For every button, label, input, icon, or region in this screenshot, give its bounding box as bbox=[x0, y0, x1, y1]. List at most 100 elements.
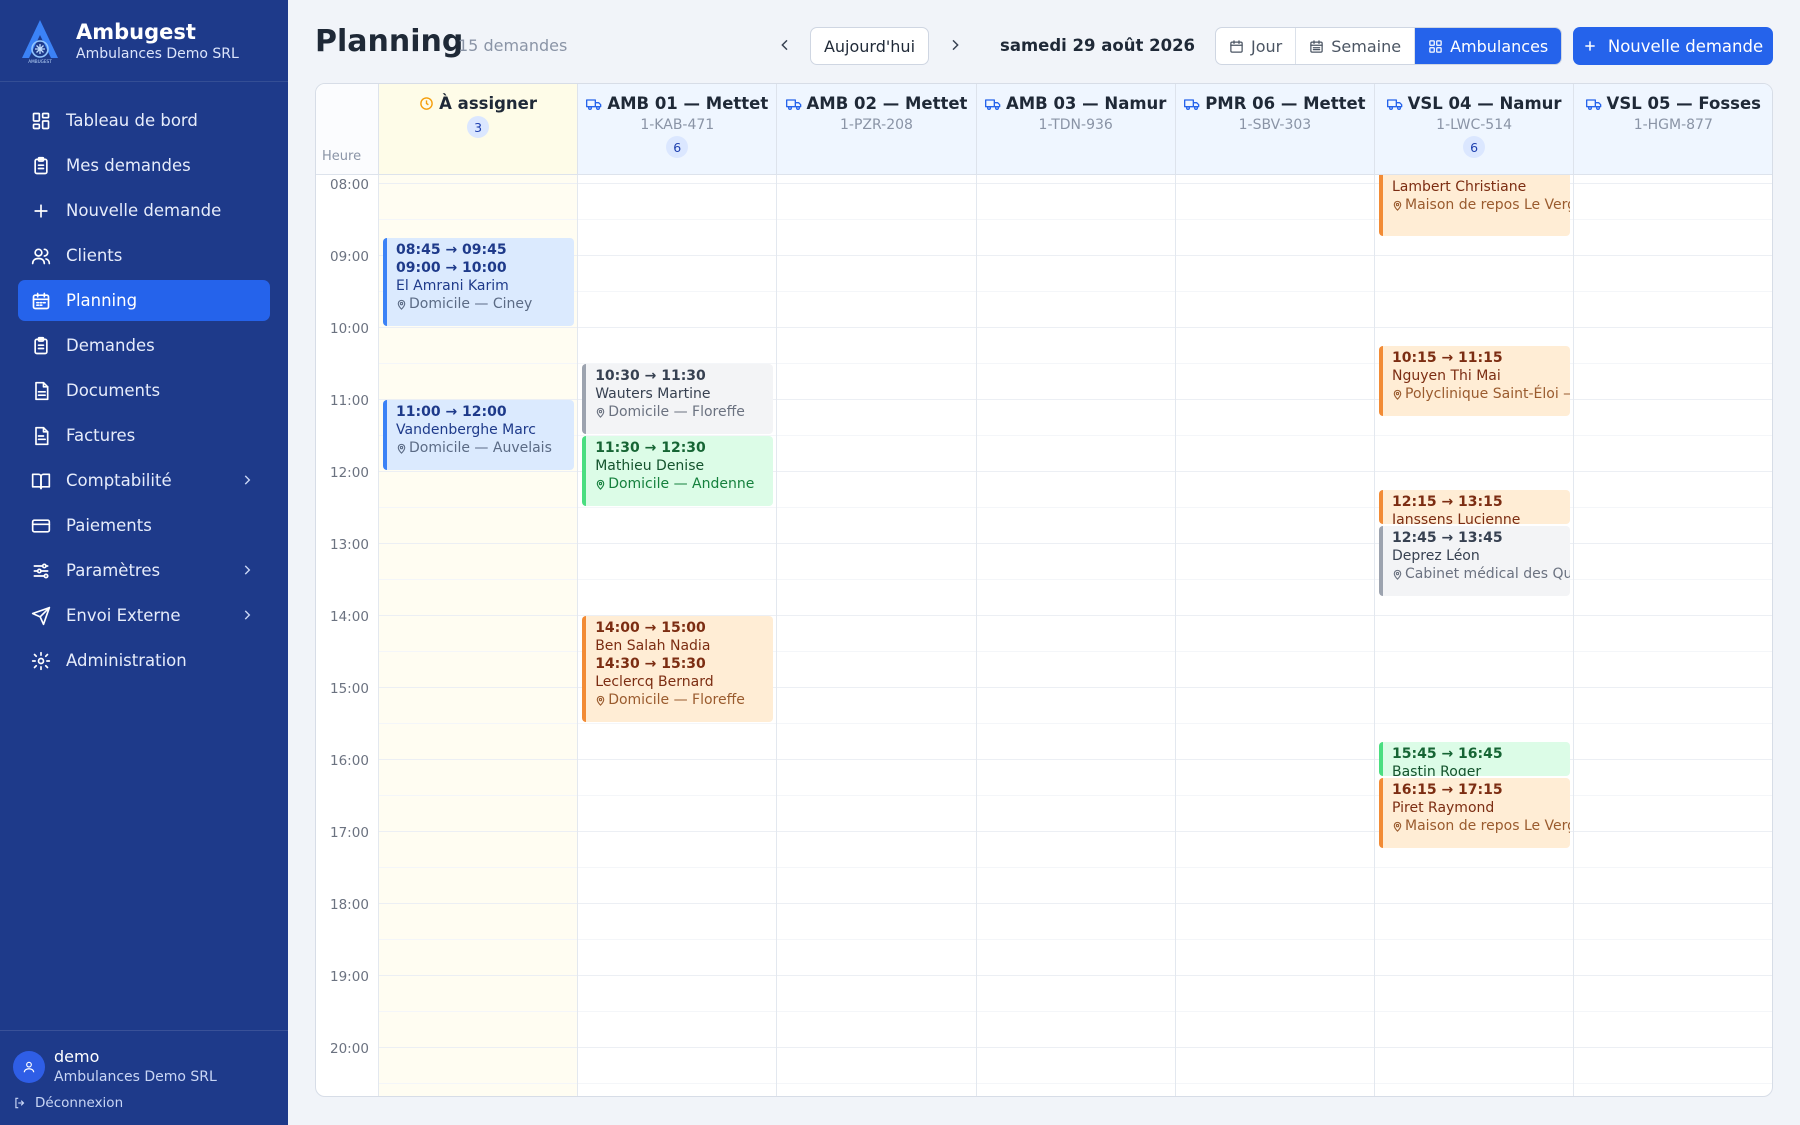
column-body-amb-02-mettet[interactable] bbox=[777, 175, 977, 1096]
grid-line bbox=[1574, 1047, 1772, 1048]
sidebar-nav: Tableau de bord Mes demandes Nouvelle dema… bbox=[18, 100, 270, 685]
grid-line bbox=[1375, 939, 1574, 940]
hour-label: 19:00 bbox=[330, 969, 369, 985]
appointment-card[interactable]: 10:15 → 11:15 Nguyen Thi Mai Polyclinique … bbox=[1379, 346, 1571, 416]
next-day-button[interactable] bbox=[944, 34, 966, 56]
appointment-card[interactable]: 15:45 → 16:45 Bastin Roger bbox=[1379, 742, 1571, 776]
grid-line bbox=[1375, 903, 1574, 904]
sidebar-item-parametres[interactable]: Paramètres bbox=[18, 550, 270, 591]
new-request-button[interactable]: Nouvelle demande bbox=[1573, 27, 1773, 65]
column-body-amb-01-mettet[interactable]: 10:30 → 11:30 Wauters Martine Domicile — F… bbox=[578, 175, 778, 1096]
appointment-card[interactable]: 08:45 → 09:45 09:00 → 10:00 El Amrani Kari… bbox=[383, 238, 575, 326]
grid-line bbox=[578, 291, 777, 292]
user-profile[interactable]: demo Ambulances Demo SRL bbox=[13, 1047, 217, 1087]
location-pin-icon bbox=[1393, 569, 1402, 580]
column-header-a-assigner[interactable]: À assigner 3 bbox=[379, 84, 579, 175]
grid-line bbox=[379, 507, 578, 508]
grid-line bbox=[1375, 1083, 1574, 1084]
grid-line bbox=[1375, 867, 1574, 868]
column-body-pmr-06-mettet[interactable] bbox=[1175, 175, 1375, 1096]
view-semaine-button[interactable]: Semaine bbox=[1296, 28, 1416, 64]
location-text: Maison de repos Le Verger bbox=[1405, 197, 1570, 213]
column-body-amb-03-namur[interactable] bbox=[976, 175, 1176, 1096]
count-badge: 3 bbox=[467, 116, 490, 138]
sidebar-item-label: Demandes bbox=[66, 336, 155, 355]
grid-line bbox=[578, 867, 777, 868]
column-header-amb-02-mettet[interactable]: AMB 02 — Mettet 1-PZR-208 bbox=[777, 84, 977, 175]
patient-name: Janssens Lucienne bbox=[1392, 512, 1521, 524]
column-header-pmr-06-mettet[interactable]: PMR 06 — Mettet 1-SBV-303 bbox=[1175, 84, 1375, 175]
column-title: AMB 02 — Mettet bbox=[777, 94, 975, 113]
appointment-card[interactable]: 10:30 → 11:30 Wauters Martine Domicile — F… bbox=[582, 364, 774, 434]
column-header-amb-03-namur[interactable]: AMB 03 — Namur 1-TDN-936 bbox=[976, 84, 1176, 175]
chevron-right-icon bbox=[244, 565, 251, 575]
hour-column-header: Heure bbox=[316, 84, 379, 175]
user-icon bbox=[23, 1061, 35, 1073]
sidebar-item-envoi-externe[interactable]: Envoi Externe bbox=[18, 595, 270, 636]
sidebar-item-mes-demandes[interactable]: Mes demandes bbox=[18, 145, 270, 186]
view-ambulances-button[interactable]: Ambulances bbox=[1415, 28, 1562, 64]
plus-icon bbox=[1585, 41, 1595, 51]
hour-label: 09:00 bbox=[330, 249, 369, 265]
sidebar: AMBUGEST Ambugest Ambulances Demo SRL Ta… bbox=[0, 0, 288, 1125]
brand[interactable]: AMBUGEST Ambugest Ambulances Demo SRL bbox=[0, 0, 288, 82]
location-text: Domicile — Floreffe bbox=[608, 404, 745, 420]
grid-line bbox=[379, 867, 578, 868]
sidebar-item-administration[interactable]: Administration bbox=[18, 640, 270, 681]
grid-line bbox=[379, 903, 578, 904]
column-body-vsl-04-namur[interactable]: Lambert Christiane Maison de repos Le Ver… bbox=[1375, 175, 1575, 1096]
vehicle-icon bbox=[1184, 98, 1200, 110]
grid-line bbox=[1574, 435, 1772, 436]
appointment-card[interactable]: 14:00 → 15:00 Ben Salah Nadia 14:30 → 15:3… bbox=[582, 616, 774, 722]
column-header-vsl-05-fosses[interactable]: VSL 05 — Fosses 1-HGM-877 bbox=[1574, 84, 1772, 175]
grid-line bbox=[1175, 939, 1374, 940]
sidebar-item-paiements[interactable]: Paiements bbox=[18, 505, 270, 546]
appointment-card[interactable]: 12:45 → 13:45 Deprez Léon Cabinet médical … bbox=[1379, 526, 1571, 596]
grid-line bbox=[1175, 399, 1374, 400]
sidebar-item-planning[interactable]: Planning bbox=[18, 280, 270, 321]
grid-line bbox=[1375, 615, 1574, 616]
grid-line bbox=[1574, 867, 1772, 868]
sidebar-item-demandes[interactable]: Demandes bbox=[18, 325, 270, 366]
grid-line bbox=[976, 939, 1175, 940]
column-header-amb-01-mettet[interactable]: AMB 01 — Mettet 1-KAB-471 6 bbox=[578, 84, 778, 175]
grid-line bbox=[777, 219, 976, 220]
sidebar-item-label: Mes demandes bbox=[66, 156, 191, 175]
grid-line bbox=[1375, 435, 1574, 436]
sidebar-item-documents[interactable]: Documents bbox=[18, 370, 270, 411]
grid-line bbox=[578, 1083, 777, 1084]
appointment-card[interactable]: Lambert Christiane Maison de repos Le Ver… bbox=[1379, 175, 1571, 236]
prev-day-button[interactable] bbox=[774, 34, 796, 56]
grid-line bbox=[1375, 723, 1574, 724]
appointment-card[interactable]: 16:15 → 17:15 Piret Raymond Maison de repo… bbox=[1379, 778, 1571, 848]
grid-line bbox=[1574, 291, 1772, 292]
sidebar-item-clients[interactable]: Clients bbox=[18, 235, 270, 276]
grid-line bbox=[1175, 183, 1374, 184]
today-button[interactable]: Aujourd'hui bbox=[810, 27, 929, 65]
logout-link[interactable]: Déconnexion bbox=[13, 1095, 123, 1111]
view-jour-button[interactable]: Jour bbox=[1216, 28, 1297, 64]
grid-line bbox=[379, 1083, 578, 1084]
appointment-card[interactable]: 11:00 → 12:00 Vandenberghe Marc Domicile —… bbox=[383, 400, 575, 470]
column-body-vsl-05-fosses[interactable] bbox=[1574, 175, 1772, 1096]
grid-line bbox=[379, 219, 578, 220]
location-pin-icon bbox=[1393, 389, 1402, 400]
patient-name: Nguyen Thi Mai bbox=[1392, 368, 1501, 384]
sidebar-item-comptabilite[interactable]: Comptabilité bbox=[18, 460, 270, 501]
grid-line bbox=[976, 255, 1175, 256]
grid-line bbox=[1574, 255, 1772, 256]
location-pin-icon bbox=[1393, 821, 1402, 832]
sidebar-item-tableau-de-bord[interactable]: Tableau de bord bbox=[18, 100, 270, 141]
appointment-card[interactable]: 11:30 → 12:30 Mathieu Denise Domicile — An… bbox=[582, 436, 774, 506]
column-body-a-assigner[interactable]: 08:45 → 09:45 09:00 → 10:00 El Amrani Kari… bbox=[379, 175, 579, 1096]
sidebar-item-factures[interactable]: Factures bbox=[18, 415, 270, 456]
sidebar-item-nouvelle-demande[interactable]: Nouvelle demande bbox=[18, 190, 270, 231]
grid-line bbox=[578, 1047, 777, 1048]
grid-line bbox=[976, 579, 1175, 580]
column-header-vsl-04-namur[interactable]: VSL 04 — Namur 1-LWC-514 6 bbox=[1375, 84, 1575, 175]
grid-line bbox=[976, 1047, 1175, 1048]
column-title: VSL 04 — Namur bbox=[1375, 94, 1573, 113]
appointment-card[interactable]: 12:15 → 13:15 Janssens Lucienne bbox=[1379, 490, 1571, 524]
appointment-time: 10:30 → 11:30 bbox=[595, 368, 706, 384]
grid-line bbox=[976, 291, 1175, 292]
